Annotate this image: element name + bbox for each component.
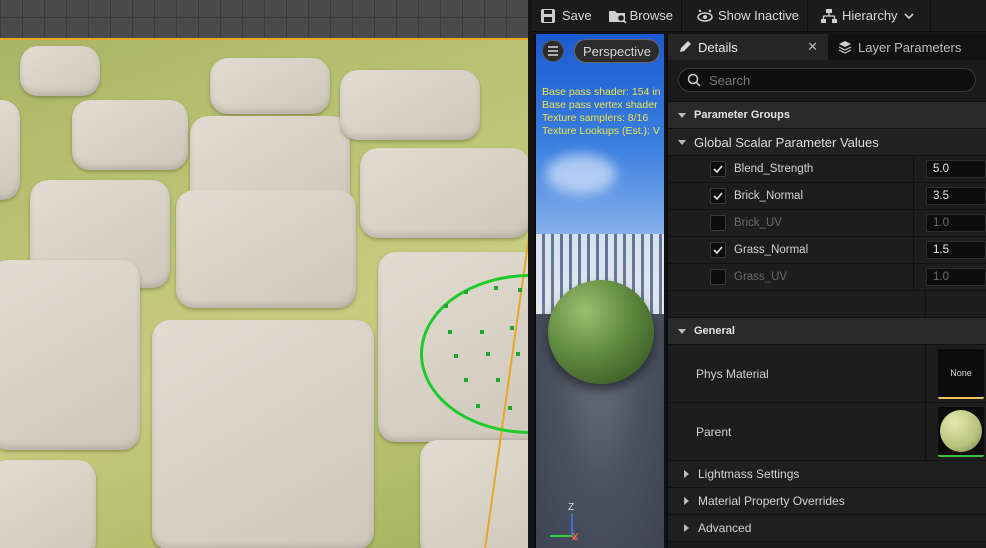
material-editor-toolbar: Save Browse Show Inactive Hierarchy: [532, 0, 986, 32]
param-value-input[interactable]: 1.5: [926, 241, 986, 259]
param-row: Grass_Normal 1.5: [668, 237, 986, 264]
param-name: Grass_Normal: [734, 244, 809, 256]
category-label: Lightmass Settings: [698, 467, 800, 481]
tab-details-label: Details: [698, 39, 738, 55]
param-name: Brick_Normal: [734, 190, 804, 202]
param-value-input[interactable]: 1.0: [926, 268, 986, 286]
save-button[interactable]: Save: [532, 0, 600, 32]
level-viewport[interactable]: [0, 0, 528, 548]
toolbar-separator: [929, 0, 931, 32]
close-icon[interactable]: ✕: [807, 39, 818, 55]
perspective-button[interactable]: Perspective: [574, 39, 660, 63]
checkmark-icon: [713, 192, 723, 201]
param-name: Blend_Strength: [734, 163, 814, 175]
material-preview-viewport[interactable]: Perspective Base pass shader: 154 in Bas…: [534, 34, 664, 548]
show-inactive-button[interactable]: Show Inactive: [682, 0, 807, 32]
category-label: Parameter Groups: [694, 109, 790, 121]
details-panel: Details ✕ Layer Parameters Search Parame…: [666, 34, 986, 548]
param-row: Grass_UV 1.0: [668, 264, 986, 291]
save-icon: [540, 8, 556, 24]
axis-x-label: X: [572, 532, 579, 543]
stats-line: Base pass shader: 154 in: [542, 86, 661, 98]
search-input[interactable]: Search: [678, 68, 976, 92]
landscape-ground: [0, 38, 528, 548]
preview-cloud: [546, 154, 616, 194]
phys-material-row: Phys Material None: [668, 345, 986, 403]
show-inactive-icon: [696, 8, 713, 24]
param-row: Brick_UV 1.0: [668, 210, 986, 237]
stats-line: Texture samplers: 8/16: [542, 112, 649, 124]
search-row: Search: [668, 60, 986, 102]
param-name: Brick_UV: [734, 217, 782, 229]
param-row: Brick_Normal 3.5: [668, 183, 986, 210]
category-parameter-groups[interactable]: Parameter Groups: [668, 102, 986, 129]
category-label: General: [694, 325, 735, 337]
viewport-menu-button[interactable]: [542, 40, 564, 62]
browse-label: Browse: [629, 8, 673, 23]
axis-z-label: Z: [568, 502, 575, 513]
preview-sphere: [548, 280, 654, 384]
tab-layer-parameters[interactable]: Layer Parameters: [828, 34, 971, 60]
search-icon: [687, 73, 701, 87]
chevron-down-icon: [678, 113, 686, 118]
chevron-down-icon: [903, 8, 914, 24]
browse-button[interactable]: Browse: [600, 0, 681, 32]
param-checkbox[interactable]: [710, 269, 726, 285]
checkmark-icon: [713, 246, 723, 255]
hamburger-icon: [548, 46, 558, 56]
search-placeholder: Search: [709, 72, 751, 88]
chevron-down-icon: [678, 329, 686, 334]
category-advanced[interactable]: Advanced: [668, 515, 986, 542]
parent-material-thumbnail[interactable]: [938, 406, 984, 457]
stats-line: Base pass vertex shader: [542, 99, 658, 111]
tab-details[interactable]: Details ✕: [668, 34, 828, 60]
param-name: Grass_UV: [734, 271, 788, 283]
browse-icon: [608, 8, 627, 24]
category-lightmass-settings[interactable]: Lightmass Settings: [668, 461, 986, 488]
stats-line: Texture Lookups (Est.): V: [542, 125, 660, 137]
background-tiles: [0, 0, 528, 40]
category-material-property-overrides[interactable]: Material Property Overrides: [668, 488, 986, 515]
param-checkbox[interactable]: [710, 188, 726, 204]
axis-gizmo: Z X: [544, 502, 584, 543]
hierarchy-label: Hierarchy: [841, 8, 898, 23]
category-label: Material Property Overrides: [698, 494, 845, 508]
category-general[interactable]: General: [668, 318, 986, 345]
param-row: Blend_Strength 5.0: [668, 156, 986, 183]
save-label: Save: [562, 8, 592, 23]
chevron-right-icon: [684, 524, 689, 532]
show-inactive-label: Show Inactive: [718, 8, 799, 23]
hierarchy-dropdown[interactable]: Hierarchy: [808, 0, 922, 32]
group-label: Global Scalar Parameter Values: [694, 134, 879, 150]
layers-icon: [838, 41, 852, 54]
checkmark-icon: [713, 165, 723, 174]
pencil-icon: [680, 41, 691, 52]
group-global-scalar[interactable]: Global Scalar Parameter Values: [668, 129, 986, 156]
tab-layer-parameters-label: Layer Parameters: [858, 39, 962, 55]
category-label: Advanced: [698, 521, 752, 535]
empty-row: [668, 291, 986, 318]
param-value-input[interactable]: 3.5: [926, 187, 986, 205]
chevron-right-icon: [684, 497, 689, 505]
phys-material-thumbnail[interactable]: None: [938, 348, 984, 399]
material-sphere-icon: [940, 409, 982, 452]
hierarchy-icon: [820, 8, 837, 24]
phys-material-label: Phys Material: [668, 345, 926, 402]
param-checkbox[interactable]: [710, 215, 726, 231]
chevron-down-icon: [678, 140, 686, 145]
chevron-right-icon: [684, 470, 689, 478]
param-value-input[interactable]: 1.0: [926, 214, 986, 232]
details-tabs: Details ✕ Layer Parameters: [668, 34, 986, 60]
param-value-input[interactable]: 5.0: [926, 160, 986, 178]
parent-row: Parent: [668, 403, 986, 461]
param-checkbox[interactable]: [710, 242, 726, 258]
param-checkbox[interactable]: [710, 161, 726, 177]
shader-stats: Base pass shader: 154 in Base pass verte…: [542, 86, 661, 138]
parent-label: Parent: [668, 403, 926, 460]
